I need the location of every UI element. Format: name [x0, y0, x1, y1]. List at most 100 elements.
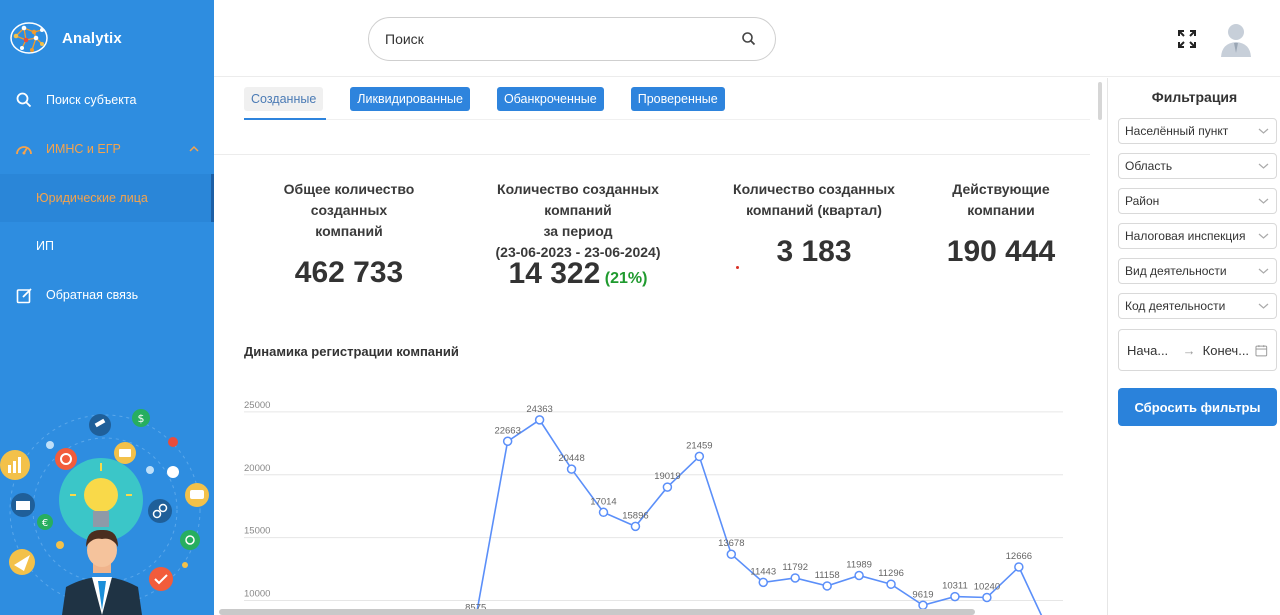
chevron-down-icon	[1258, 233, 1269, 239]
chevron-up-icon	[189, 145, 199, 152]
data-label: 22663	[494, 425, 520, 436]
data-point	[854, 570, 864, 581]
filter-select-label: Вид деятельности	[1125, 264, 1227, 278]
tab-liquidated[interactable]: Ликвидированные	[350, 87, 470, 111]
search-input[interactable]	[385, 31, 741, 47]
data-point	[982, 592, 992, 603]
data-point	[534, 415, 545, 425]
filter-select[interactable]: Налоговая инспекция	[1118, 223, 1277, 249]
filter-select[interactable]: Населённый пункт	[1118, 118, 1277, 144]
stat-quarter-created: Количество созданных компаний (квартал) …	[718, 179, 910, 269]
date-end-input[interactable]: Конеч...	[1203, 343, 1250, 358]
data-label: 11158	[815, 570, 840, 581]
vertical-scrollbar[interactable]	[1098, 82, 1102, 120]
tab-bankrupt[interactable]: Обанкроченные	[496, 87, 604, 111]
sidebar: Analytix Поиск субъекта ИМНС и ЕГР Юриди…	[0, 0, 214, 615]
tab-created[interactable]: Созданные	[244, 87, 324, 111]
reset-filters-button[interactable]: Сбросить фильтры	[1118, 388, 1277, 426]
stat-label: за период	[543, 223, 613, 239]
data-point	[566, 464, 577, 474]
y-tick-label: 10000	[244, 589, 270, 600]
filter-select-label: Район	[1125, 194, 1160, 208]
data-label: 13678	[718, 538, 744, 549]
data-point	[822, 581, 832, 591]
filter-select-label: Код деятельности	[1125, 299, 1226, 313]
stat-value: 190 444	[946, 235, 1056, 268]
data-point	[790, 573, 800, 583]
svg-text:$: $	[138, 412, 145, 425]
data-label: 12666	[1006, 551, 1032, 562]
stat-label: Действующие	[952, 181, 1050, 197]
filter-select-label: Населённый пункт	[1125, 124, 1229, 138]
stat-period-created: Количество созданных компаний за период …	[462, 179, 694, 291]
data-point	[758, 577, 768, 588]
registration-dynamics-chart: 1000015000200002500068047383782576778105…	[244, 400, 1063, 615]
sidebar-item-ip[interactable]: ИП	[0, 222, 214, 270]
data-label: 11296	[878, 568, 904, 579]
stats-divider	[214, 154, 1090, 155]
dashboard-icon	[14, 139, 34, 159]
sidebar-item-label: Юридические лица	[36, 191, 148, 205]
calendar-icon	[1255, 344, 1268, 356]
date-range-picker[interactable]: Нача... → Конеч...	[1118, 329, 1277, 371]
series-line	[475, 418, 1043, 615]
data-point	[598, 507, 609, 518]
data-label: 9619	[912, 589, 933, 600]
data-label: 19019	[654, 471, 680, 482]
data-point	[886, 579, 896, 589]
stat-label: Количество созданных	[733, 181, 895, 197]
fullscreen-icon[interactable]	[1177, 29, 1197, 49]
tab-bar: Созданные Ликвидированные Обанкроченные …	[244, 87, 752, 119]
stat-value: 14 322	[508, 257, 601, 290]
filter-select-label: Налоговая инспекция	[1125, 229, 1246, 243]
chevron-down-icon	[1258, 268, 1269, 274]
sidebar-item-label: ИП	[36, 239, 54, 253]
chevron-down-icon	[1258, 303, 1269, 309]
svg-text:€: €	[42, 518, 48, 529]
top-header	[214, 0, 1280, 77]
tab-checked[interactable]: Проверенные	[630, 87, 725, 111]
search-icon[interactable]	[741, 31, 757, 47]
edit-icon	[14, 285, 34, 305]
sidebar-item-legal-entities[interactable]: Юридические лица	[0, 174, 214, 222]
filter-select[interactable]: Вид деятельности	[1118, 258, 1277, 284]
data-point	[502, 436, 513, 447]
data-label: 11443	[750, 566, 776, 577]
data-point	[950, 591, 960, 602]
data-point	[726, 549, 737, 559]
sidebar-item-label: ИМНС и ЕГР	[46, 142, 121, 156]
main-content: Созданные Ликвидированные Обанкроченные …	[214, 78, 1106, 615]
brand[interactable]: Analytix	[8, 18, 122, 58]
filter-select[interactable]: Область	[1118, 153, 1277, 179]
y-tick-label: 20000	[244, 463, 270, 474]
stat-label: компании	[967, 202, 1035, 218]
tab-active-indicator	[244, 118, 326, 120]
data-point	[694, 451, 705, 462]
sidebar-item-feedback[interactable]: Обратная связь	[0, 271, 214, 319]
data-point	[662, 482, 673, 492]
data-label: 17014	[590, 496, 616, 507]
filter-select[interactable]: Район	[1118, 188, 1277, 214]
avatar[interactable]	[1219, 21, 1253, 57]
horizontal-scrollbar[interactable]	[219, 609, 975, 615]
sidebar-item-imns-egr[interactable]: ИМНС и ЕГР	[0, 125, 214, 173]
stat-label: Количество созданных компаний	[497, 181, 659, 218]
sidebar-item-label: Поиск субъекта	[46, 93, 137, 107]
data-label: 24363	[526, 404, 552, 415]
stat-active-companies: Действующие компании 190 444	[930, 179, 1072, 269]
filter-select[interactable]: Код деятельности	[1118, 293, 1277, 319]
y-tick-label: 15000	[244, 526, 270, 537]
date-start-input[interactable]: Нача...	[1127, 343, 1176, 358]
stat-label: компаний (квартал)	[746, 202, 882, 218]
brain-logo-icon	[10, 22, 48, 54]
chevron-down-icon	[1258, 198, 1269, 204]
chevron-down-icon	[1258, 163, 1269, 169]
search-bar[interactable]	[368, 17, 776, 61]
data-label: 21459	[686, 440, 712, 451]
chevron-down-icon	[1258, 128, 1269, 134]
indicator-dot	[736, 266, 739, 269]
chart-title: Динамика регистрации компаний	[244, 344, 459, 359]
data-label: 10311	[942, 581, 968, 592]
sidebar-item-search-subject[interactable]: Поиск субъекта	[0, 76, 214, 124]
stat-label: компаний	[315, 223, 383, 239]
